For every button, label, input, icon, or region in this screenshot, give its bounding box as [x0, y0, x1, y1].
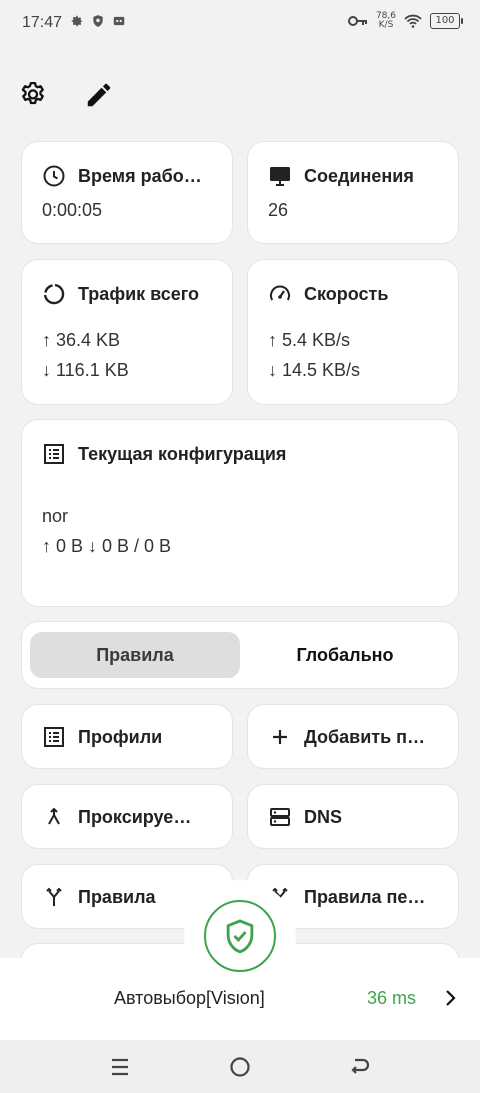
monitor-icon [270, 167, 290, 186]
mode-rules-button[interactable]: Правила [30, 632, 240, 678]
recent-apps-icon[interactable] [107, 1054, 133, 1080]
settings-button[interactable] [16, 78, 50, 112]
current-config-card[interactable]: Текущая конфигурация nor ↑ 0 B ↓ 0 B / 0… [22, 420, 458, 606]
pencil-icon [87, 83, 111, 107]
speed-card[interactable]: Скорость ↑ 5.4 KB/s ↓ 14.5 KB/s [248, 260, 458, 404]
connections-value: 26 [268, 200, 289, 220]
shield-check-icon [226, 919, 254, 954]
uptime-title: Время рабо… [78, 165, 202, 186]
traffic-card[interactable]: Трафик всего ↑ 36.4 KB ↓ 116.1 KB [22, 260, 232, 404]
key-icon [347, 16, 367, 26]
dns-tile[interactable]: DNS [248, 785, 458, 848]
rules-label: Правила [78, 886, 156, 907]
uptime-value: 0:00:05 [42, 200, 103, 220]
connections-title: Соединения [304, 165, 414, 186]
add-profile-label: Добавить п… [304, 726, 426, 747]
proxy-latency: 36 ms [367, 988, 417, 1008]
merge-icon [48, 807, 60, 825]
fork-icon [46, 887, 62, 906]
status-time: 17:47 [22, 14, 63, 31]
status-system-icons: 78,6 K/S 100 [347, 12, 463, 30]
speed-down: ↓ 14.5 KB/s [268, 360, 361, 380]
mode-global-button[interactable]: Глобально [240, 632, 450, 678]
vpn-toggle-button[interactable] [204, 900, 276, 972]
current-config-title: Текущая конфигурация [78, 443, 287, 464]
dns-label: DNS [304, 806, 343, 827]
config-traffic: ↑ 0 B ↓ 0 B / 0 B [42, 536, 172, 556]
status-bar: 17:47 78,6 K/S 100 [0, 0, 480, 46]
proxies-label: Проксируе… [78, 806, 192, 827]
network-speed-unit: K/S [378, 20, 394, 30]
status-notification-icons [70, 14, 126, 28]
connections-card[interactable]: Соединения 26 [248, 142, 458, 243]
list-icon [44, 444, 64, 464]
gear-icon [21, 82, 44, 105]
app-small-icon [113, 16, 125, 26]
add-profile-tile[interactable]: Добавить п… [248, 705, 458, 768]
rule-sets-label: Правила пе… [304, 886, 426, 907]
profiles-label: Профили [78, 726, 163, 747]
clock-icon [43, 165, 65, 187]
wifi-icon [404, 14, 422, 28]
plus-icon [273, 730, 287, 744]
list-icon [44, 727, 64, 747]
edit-button[interactable] [82, 78, 116, 112]
speedometer-icon [270, 285, 290, 301]
traffic-up: ↑ 36.4 KB [42, 330, 121, 350]
traffic-title: Трафик всего [78, 283, 200, 304]
profiles-tile[interactable]: Профили [22, 705, 232, 768]
chevron-right-icon[interactable] [442, 986, 460, 1010]
speed-up: ↑ 5.4 KB/s [268, 330, 351, 350]
gear-small-icon [71, 15, 83, 27]
circular-progress-icon [43, 283, 65, 305]
network-speed: 78,6 K/S [376, 12, 396, 30]
back-icon[interactable] [347, 1054, 373, 1080]
config-name: nor [42, 506, 69, 526]
server-icon [270, 808, 290, 826]
system-navigation-bar [0, 1040, 480, 1093]
home-icon[interactable] [227, 1054, 253, 1080]
mode-switch: Правила Глобально [22, 622, 458, 688]
speed-title: Скорость [304, 283, 389, 304]
battery-icon: 100 [430, 13, 463, 29]
traffic-down: ↓ 116.1 KB [42, 360, 129, 380]
uptime-card[interactable]: Время рабо… 0:00:05 [22, 142, 232, 243]
shield-small-icon [93, 15, 103, 27]
proxies-tile[interactable]: Проксируе… [22, 785, 232, 848]
